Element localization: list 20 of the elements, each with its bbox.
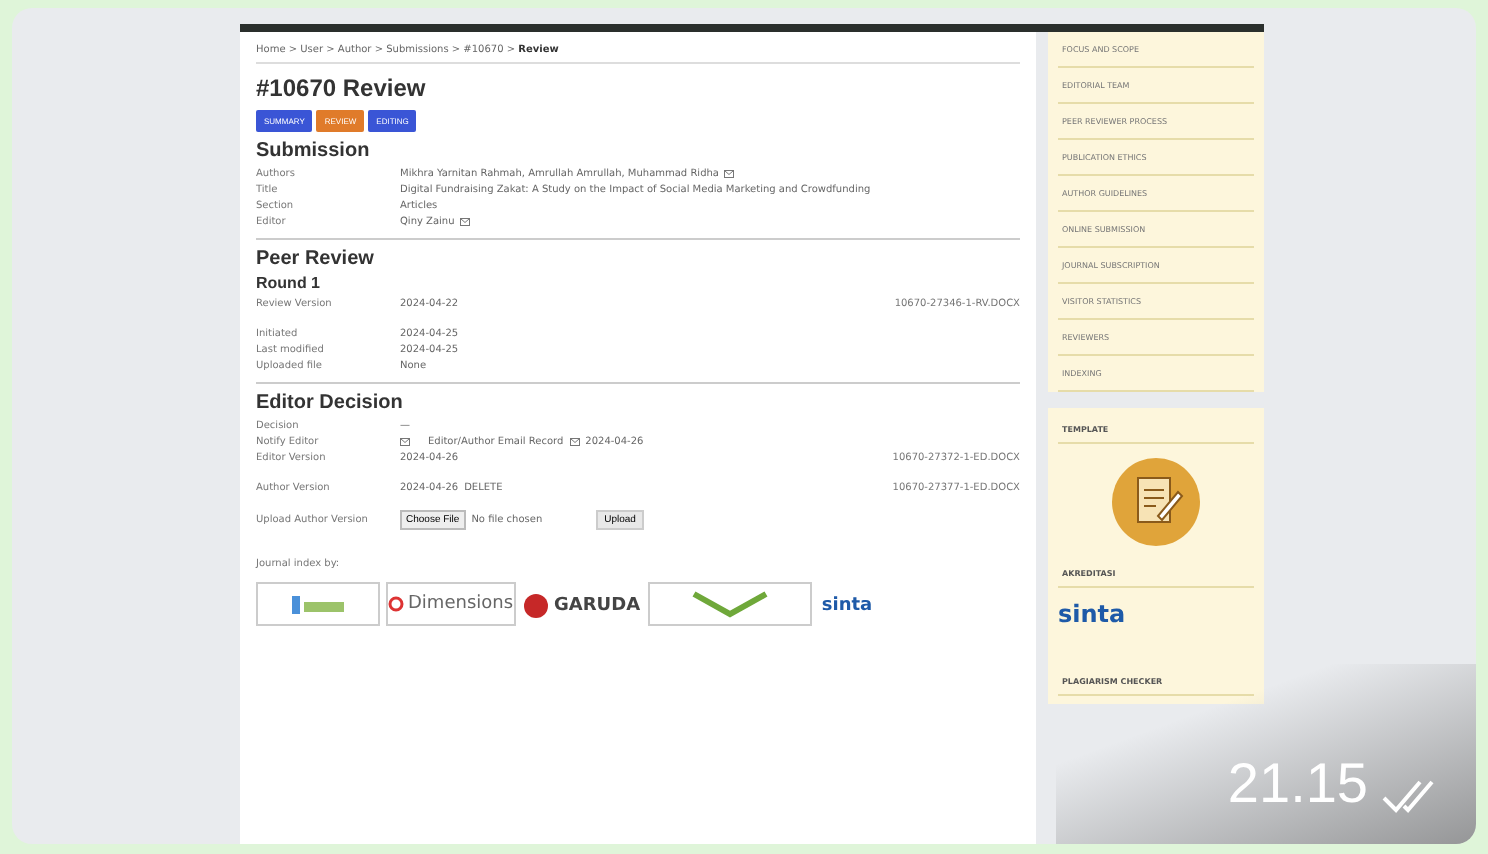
section-heading: Editor Decision xyxy=(256,392,405,414)
envelope-icon[interactable] xyxy=(569,438,580,446)
page-title: #10670 Review xyxy=(256,74,428,102)
logo-text: Dimensions xyxy=(408,594,514,614)
logo-text: sinta xyxy=(821,596,873,616)
round-heading: Round 1 xyxy=(256,274,322,292)
sinta-logo[interactable]: sinta xyxy=(1058,600,1254,628)
envelope-icon[interactable] xyxy=(400,438,410,446)
message-time: 21.15 xyxy=(1227,752,1368,816)
scholar-logo[interactable] xyxy=(256,582,380,626)
document-pen-icon[interactable] xyxy=(1110,456,1202,548)
dimensions-logo[interactable]: Dimensions xyxy=(386,582,516,626)
section-heading: Submission xyxy=(256,140,372,162)
book-logo[interactable] xyxy=(647,582,812,626)
circle-icon xyxy=(522,592,551,620)
envelope-icon[interactable] xyxy=(724,170,735,178)
envelope-icon[interactable] xyxy=(460,218,471,226)
ring-icon xyxy=(388,596,404,612)
logo-text: GARUDA xyxy=(554,596,641,616)
section-heading: Peer Review xyxy=(256,248,376,270)
